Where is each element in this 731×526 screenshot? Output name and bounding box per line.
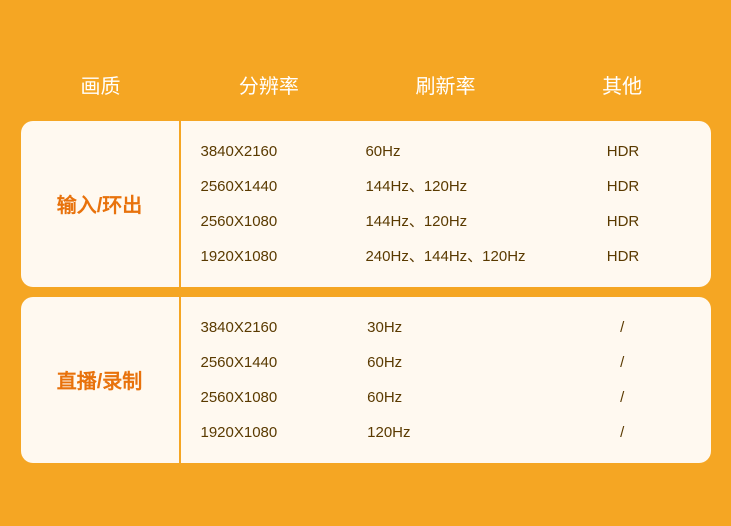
other-1-0: HDR <box>607 141 640 162</box>
ref-1-3: 240Hz、144Hz、120Hz <box>365 246 525 267</box>
col-refresh-1: 60Hz 144Hz、120Hz 144Hz、120Hz 240Hz、144Hz… <box>355 121 535 287</box>
ref-2-1: 60Hz <box>367 352 524 373</box>
col-other-2: / / / / <box>534 297 711 463</box>
col-other-1: HDR HDR HDR HDR <box>536 121 711 287</box>
other-1-2: HDR <box>607 211 640 232</box>
label-input-output: 输入/环出 <box>21 121 181 287</box>
other-2-2: / <box>620 387 624 408</box>
other-2-3: / <box>620 422 624 443</box>
ref-2-2: 60Hz <box>367 387 524 408</box>
section-input-output: 输入/环出 3840X2160 2560X1440 2560X1080 1920… <box>21 121 711 287</box>
ref-1-2: 144Hz、120Hz <box>365 211 525 232</box>
col-resolution-2: 3840X2160 2560X1440 2560X1080 1920X1080 <box>181 297 358 463</box>
ref-2-3: 120Hz <box>367 422 524 443</box>
res-1-1: 2560X1440 <box>201 176 346 197</box>
table-header: 画质 分辨率 刷新率 其他 <box>21 54 711 115</box>
other-2-0: / <box>620 317 624 338</box>
other-1-1: HDR <box>607 176 640 197</box>
section-input-output-row: 输入/环出 3840X2160 2560X1440 2560X1080 1920… <box>21 121 711 287</box>
header-col-refresh: 刷新率 <box>357 54 534 115</box>
res-1-2: 2560X1080 <box>201 211 346 232</box>
ref-1-0: 60Hz <box>365 141 525 162</box>
res-2-0: 3840X2160 <box>201 317 348 338</box>
res-2-3: 1920X1080 <box>201 422 348 443</box>
header-col-other: 其他 <box>534 54 711 115</box>
section-live-record-data: 3840X2160 2560X1440 2560X1080 1920X1080 … <box>181 297 711 463</box>
res-2-1: 2560X1440 <box>201 352 348 373</box>
res-2-2: 2560X1080 <box>201 387 348 408</box>
res-1-3: 1920X1080 <box>201 246 346 267</box>
section-input-output-data: 3840X2160 2560X1440 2560X1080 1920X1080 … <box>181 121 711 287</box>
res-1-0: 3840X2160 <box>201 141 346 162</box>
other-2-1: / <box>620 352 624 373</box>
section-live-record: 直播/录制 3840X2160 2560X1440 2560X1080 1920… <box>21 297 711 463</box>
header-col-resolution: 分辨率 <box>181 54 358 115</box>
ref-1-1: 144Hz、120Hz <box>365 176 525 197</box>
other-1-3: HDR <box>607 246 640 267</box>
header-col-quality: 画质 <box>21 54 181 115</box>
col-resolution-1: 3840X2160 2560X1440 2560X1080 1920X1080 <box>181 121 356 287</box>
table-container: 画质 分辨率 刷新率 其他 输入/环出 3840X2160 2560X1440 … <box>21 54 711 473</box>
ref-2-0: 30Hz <box>367 317 524 338</box>
label-live-record: 直播/录制 <box>21 297 181 463</box>
section-live-record-row: 直播/录制 3840X2160 2560X1440 2560X1080 1920… <box>21 297 711 463</box>
col-refresh-2: 30Hz 60Hz 60Hz 120Hz <box>357 297 534 463</box>
